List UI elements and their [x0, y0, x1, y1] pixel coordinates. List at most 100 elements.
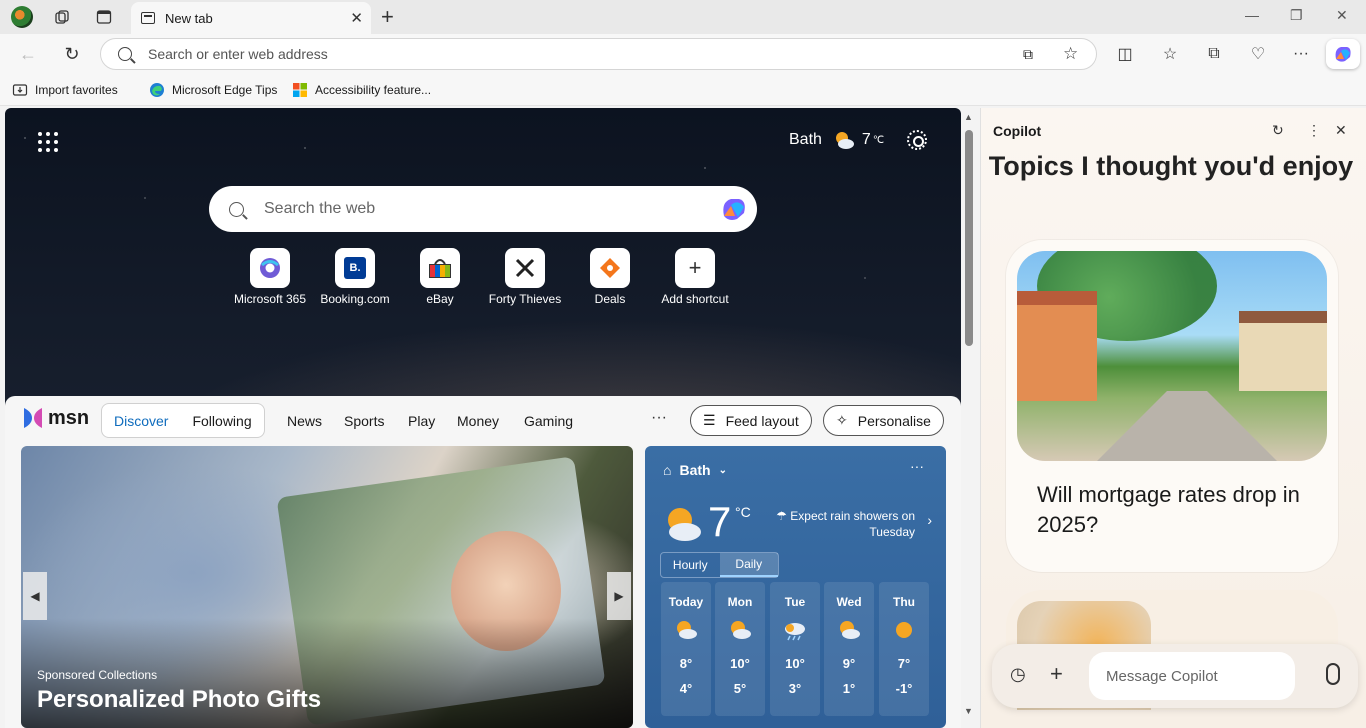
shortcut-ebay[interactable]: eBay — [397, 248, 483, 306]
page-scrollbar[interactable]: ▲ ▼ — [962, 108, 976, 728]
address-bar[interactable]: ⧉ ☆ — [100, 38, 1097, 70]
msn-logo[interactable]: msn — [22, 406, 89, 430]
tab-new-tab[interactable]: New tab ✕ — [131, 2, 371, 34]
forecast-day[interactable]: Tue 10° 3° — [770, 582, 820, 716]
more-options-icon[interactable]: ⋮ — [1307, 122, 1321, 139]
navigation-bar: ← ↻ ⧉ ☆ ◫ ☆ ⧉ ♡ ··· — [0, 34, 1366, 74]
day-name: Wed — [836, 595, 862, 609]
rain-showers-icon — [785, 623, 805, 641]
refresh-icon[interactable]: ↻ — [1272, 122, 1284, 139]
favorite-label: Microsoft Edge Tips — [172, 83, 278, 97]
msn-feed: msn Discover Following News Sports Play … — [5, 396, 961, 728]
microphone-icon[interactable] — [1326, 663, 1340, 685]
refresh-button[interactable]: ↻ — [60, 42, 84, 66]
weather-card-temp: 7 — [708, 498, 732, 545]
scroll-up-icon[interactable]: ▲ — [964, 112, 973, 122]
hero-card[interactable]: Sponsored Collections Personalized Photo… — [21, 446, 633, 728]
shortcut-forty-thieves[interactable]: Forty Thieves — [482, 248, 568, 306]
shortcut-microsoft-365[interactable]: Microsoft 365 — [227, 248, 313, 306]
partly-cloudy-icon — [840, 621, 860, 639]
day-name: Tue — [784, 595, 806, 609]
add-shortcut-button[interactable]: + Add shortcut — [652, 248, 738, 306]
nav-money[interactable]: Money — [457, 413, 499, 429]
nav-gaming[interactable]: Gaming — [524, 413, 573, 429]
weather-card[interactable]: ⌂ Bath ⌄ ··· 7 °C ☂ Expect rain showers … — [645, 446, 946, 728]
msn-butterfly-icon — [24, 408, 42, 428]
restore-button[interactable]: ❐ — [1290, 7, 1303, 24]
favorites-icon[interactable]: ☆ — [1159, 43, 1181, 65]
topic-card[interactable]: Will mortgage rates drop in 2025? — [1006, 240, 1338, 572]
vertical-tabs-icon[interactable] — [93, 6, 115, 28]
forecast-day[interactable]: Today 8° 4° — [661, 582, 711, 716]
day-high: 7° — [897, 656, 911, 671]
day-high: 8° — [679, 656, 693, 671]
collections-icon[interactable]: ⧉ — [1203, 43, 1225, 65]
copilot-icon[interactable] — [719, 194, 749, 224]
topic-question: Will mortgage rates drop in 2025? — [1037, 482, 1300, 537]
shortcut-label: Booking.com — [320, 292, 390, 306]
rain-alert[interactable]: ☂ Expect rain showers on Tuesday — [775, 508, 915, 540]
weather-card-city: Bath — [679, 462, 711, 478]
carousel-next-button[interactable]: ▶ — [607, 572, 631, 620]
weather-more-button[interactable]: ··· — [910, 458, 924, 474]
nav-play[interactable]: Play — [408, 413, 435, 429]
forecast-day[interactable]: Thu 7° -1° — [879, 582, 929, 716]
m365-icon — [250, 248, 290, 288]
close-panel-icon[interactable]: ✕ — [1335, 122, 1347, 139]
partly-cloudy-icon — [835, 132, 854, 149]
chevron-right-icon[interactable]: › — [927, 512, 932, 528]
weather-location[interactable]: ⌂ Bath ⌄ — [663, 462, 727, 478]
edge-tips-link[interactable]: Microsoft Edge Tips — [149, 82, 277, 98]
nav-sports[interactable]: Sports — [344, 413, 384, 429]
day-low: 4° — [679, 681, 693, 696]
minimize-button[interactable]: — — [1245, 7, 1259, 23]
history-icon[interactable]: ◷ — [1010, 664, 1026, 685]
header-weather[interactable]: Bath 7 ℃ — [789, 128, 884, 152]
feed-more-button[interactable]: ··· — [651, 409, 667, 427]
scroll-down-icon[interactable]: ▼ — [964, 706, 973, 716]
page-settings-icon[interactable] — [907, 130, 927, 150]
new-tab-button[interactable]: + — [381, 4, 394, 30]
forecast-day[interactable]: Mon 10° 5° — [715, 582, 765, 716]
booking-letter: B. — [344, 257, 366, 279]
more-options-icon[interactable]: ··· — [1290, 43, 1312, 65]
shortcut-deals[interactable]: Deals — [567, 248, 653, 306]
import-favorites-link[interactable]: Import favorites — [12, 82, 118, 98]
day-low: 5° — [733, 681, 747, 696]
day-low: -1° — [895, 681, 913, 696]
message-input[interactable]: Message Copilot — [1089, 652, 1295, 700]
copilot-button[interactable] — [1326, 39, 1360, 69]
accessibility-features-link[interactable]: Accessibility feature... — [292, 82, 431, 98]
street-illustration-image — [1017, 251, 1327, 461]
nav-news[interactable]: News — [287, 413, 322, 429]
new-chat-plus-icon[interactable]: + — [1050, 661, 1063, 687]
toggle-daily[interactable]: Daily — [719, 553, 778, 577]
address-input[interactable] — [148, 46, 988, 62]
browser-essentials-icon[interactable]: ♡ — [1247, 43, 1269, 65]
partly-cloudy-icon — [731, 621, 751, 639]
close-window-button[interactable]: ✕ — [1336, 7, 1348, 24]
immersive-reader-icon[interactable]: ⧉ — [1023, 46, 1033, 63]
personalise-button[interactable]: ✧ Personalise — [823, 405, 944, 436]
back-button[interactable]: ← — [16, 42, 40, 66]
favorite-star-icon[interactable]: ☆ — [1063, 44, 1078, 64]
house-shape — [1017, 291, 1097, 401]
web-search-box[interactable]: Search the web — [209, 186, 757, 232]
day-low: 1° — [842, 681, 856, 696]
tab-following[interactable]: Following — [180, 413, 263, 429]
forecast-day[interactable]: Wed 9° 1° — [824, 582, 874, 716]
tab-discover[interactable]: Discover — [102, 413, 180, 429]
app-launcher-icon[interactable] — [38, 132, 58, 152]
toggle-hourly[interactable]: Hourly — [661, 553, 720, 577]
house-shape — [1239, 311, 1327, 391]
workspaces-icon[interactable] — [51, 6, 73, 28]
carousel-prev-button[interactable]: ◀ — [23, 572, 47, 620]
shortcut-booking[interactable]: B. Booking.com — [312, 248, 398, 306]
feed-layout-button[interactable]: ☰ Feed layout — [690, 405, 812, 436]
scroll-thumb[interactable] — [965, 130, 973, 346]
close-tab-icon[interactable]: ✕ — [350, 9, 363, 27]
edge-icon — [149, 82, 165, 98]
profile-avatar[interactable] — [11, 6, 33, 28]
chevron-down-icon: ⌄ — [718, 464, 727, 476]
split-screen-icon[interactable]: ◫ — [1114, 43, 1136, 65]
